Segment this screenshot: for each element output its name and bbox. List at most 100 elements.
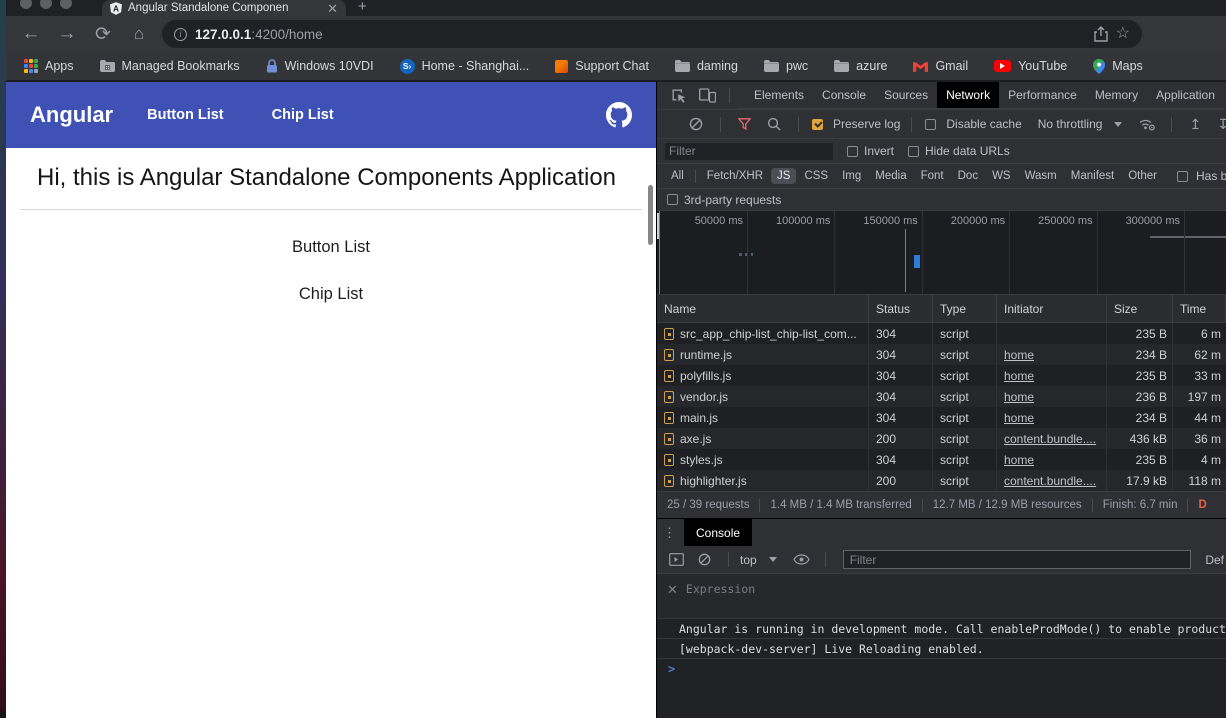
request-row-src-app-chip-list-chip-list-co[interactable]: src_app_chip-list_chip-list_com...304scr… bbox=[657, 323, 1226, 344]
share-icon[interactable] bbox=[1094, 26, 1108, 42]
devtools-tab-application[interactable]: Application bbox=[1147, 82, 1224, 108]
clear-icon[interactable] bbox=[689, 117, 703, 131]
bookmark-youtube[interactable]: YouTube bbox=[994, 59, 1067, 73]
console-clear-icon[interactable] bbox=[698, 553, 711, 566]
preserve-log-checkbox[interactable] bbox=[812, 119, 823, 130]
search-icon[interactable] bbox=[767, 117, 781, 131]
network-filter-input[interactable] bbox=[665, 143, 833, 160]
column-header-size[interactable]: Size bbox=[1107, 295, 1173, 322]
eye-icon[interactable] bbox=[793, 554, 810, 565]
new-tab-icon[interactable]: + bbox=[358, 0, 367, 14]
devtools-tab-memory[interactable]: Memory bbox=[1086, 82, 1147, 108]
bookmark-maps[interactable]: Maps bbox=[1093, 59, 1143, 74]
bookmark-star-icon[interactable]: ☆ bbox=[1116, 26, 1130, 42]
request-row-highlighter-js[interactable]: highlighter.js200scriptcontent.bundle...… bbox=[657, 470, 1226, 491]
has-blocked-cookies-checkbox[interactable] bbox=[1177, 171, 1188, 182]
hide-data-urls-checkbox[interactable] bbox=[908, 146, 919, 157]
app-link-chip-list[interactable]: Chip List bbox=[6, 285, 656, 304]
column-header-status[interactable]: Status bbox=[869, 295, 933, 322]
page-scrollbar[interactable] bbox=[648, 185, 653, 245]
request-row-main-js[interactable]: main.js304scripthome234 B44 m bbox=[657, 407, 1226, 428]
devtools-tab-sources[interactable]: Sources bbox=[875, 82, 937, 108]
console-filter-input[interactable] bbox=[843, 550, 1192, 569]
type-filter-manifest[interactable]: Manifest bbox=[1065, 168, 1120, 184]
type-filter-img[interactable]: Img bbox=[836, 168, 867, 184]
initiator-link[interactable]: home bbox=[1004, 369, 1034, 383]
device-toolbar-icon[interactable] bbox=[699, 88, 716, 103]
request-row-polyfills-js[interactable]: polyfills.js304scripthome235 B33 m bbox=[657, 365, 1226, 386]
site-info-icon[interactable]: i bbox=[174, 28, 187, 41]
throttling-select[interactable]: No throttling bbox=[1038, 117, 1103, 131]
column-header-initiator[interactable]: Initiator bbox=[997, 295, 1107, 322]
request-row-vendor-js[interactable]: vendor.js304scripthome236 B197 m bbox=[657, 386, 1226, 407]
github-icon[interactable] bbox=[606, 102, 632, 128]
devtools-tab-console[interactable]: Console bbox=[813, 82, 875, 108]
drawer-tab-console[interactable]: Console bbox=[684, 519, 752, 546]
forward-icon[interactable]: → bbox=[56, 23, 78, 45]
app-brand[interactable]: Angular bbox=[30, 102, 113, 128]
bookmark-support-chat[interactable]: Support Chat bbox=[555, 59, 649, 73]
devtools-tab-network[interactable]: Network bbox=[937, 82, 999, 108]
type-filter-media[interactable]: Media bbox=[869, 168, 912, 184]
type-filter-css[interactable]: CSS bbox=[798, 168, 834, 184]
bookmark-windows-10vdi[interactable]: Windows 10VDI bbox=[266, 59, 374, 73]
type-filter-js[interactable]: JS bbox=[771, 168, 796, 184]
network-conditions-icon[interactable] bbox=[1138, 117, 1156, 131]
app-nav-button-list[interactable]: Button List bbox=[147, 107, 224, 123]
tab-close-icon[interactable]: ✕ bbox=[327, 2, 338, 15]
initiator-link[interactable]: home bbox=[1004, 390, 1034, 404]
request-row-runtime-js[interactable]: runtime.js304scripthome234 B62 m bbox=[657, 344, 1226, 365]
invert-checkbox[interactable] bbox=[847, 146, 858, 157]
type-filter-other[interactable]: Other bbox=[1122, 168, 1163, 184]
remove-expression-icon[interactable]: ✕ bbox=[667, 582, 678, 598]
console-context-select[interactable]: top bbox=[740, 553, 757, 567]
bookmark-apps[interactable]: Apps bbox=[24, 59, 74, 73]
type-filter-font[interactable]: Font bbox=[915, 168, 950, 184]
home-icon[interactable]: ⌂ bbox=[128, 24, 150, 44]
initiator-link[interactable]: home bbox=[1004, 453, 1034, 467]
column-header-type[interactable]: Type bbox=[933, 295, 997, 322]
devtools-tab-elements[interactable]: Elements bbox=[745, 82, 813, 108]
type-filter-all[interactable]: All bbox=[665, 168, 690, 184]
column-header-time[interactable]: Time bbox=[1173, 295, 1226, 322]
app-nav-chip-list[interactable]: Chip List bbox=[272, 107, 334, 123]
console-sidebar-icon[interactable] bbox=[669, 553, 684, 566]
window-close-button[interactable] bbox=[20, 0, 32, 9]
app-link-button-list[interactable]: Button List bbox=[6, 238, 656, 257]
bookmark-managed-bookmarks[interactable]: Managed Bookmarks bbox=[100, 59, 240, 73]
bookmark-pwc[interactable]: pwc bbox=[764, 59, 808, 73]
disable-cache-checkbox[interactable] bbox=[925, 119, 936, 130]
type-filter-ws[interactable]: WS bbox=[986, 168, 1017, 184]
reload-icon[interactable]: ⟳ bbox=[92, 23, 114, 46]
request-row-axe-js[interactable]: axe.js200scriptcontent.bundle....436 kB3… bbox=[657, 428, 1226, 449]
window-minimize-button[interactable] bbox=[40, 0, 52, 9]
filter-funnel-icon[interactable] bbox=[738, 118, 751, 130]
network-overview-timeline[interactable]: 50000 ms100000 ms150000 ms200000 ms25000… bbox=[657, 211, 1226, 295]
initiator-link[interactable]: content.bundle.... bbox=[1004, 432, 1096, 446]
kebab-menu-icon[interactable]: ⋮ bbox=[663, 525, 676, 541]
bookmark-azure[interactable]: azure bbox=[834, 59, 887, 73]
initiator-link[interactable]: home bbox=[1004, 348, 1034, 362]
import-har-icon[interactable]: ↥ bbox=[1189, 116, 1201, 133]
address-bar[interactable]: i 127.0.0.1:4200/home ☆ bbox=[162, 20, 1142, 48]
log-levels-select[interactable]: Def bbox=[1205, 553, 1224, 567]
type-filter-fetch-xhr[interactable]: Fetch/XHR bbox=[701, 168, 769, 184]
bookmark-gmail[interactable]: Gmail bbox=[913, 59, 968, 73]
initiator-link[interactable]: content.bundle.... bbox=[1004, 474, 1096, 488]
type-filter-doc[interactable]: Doc bbox=[952, 168, 984, 184]
devtools-tab-performance[interactable]: Performance bbox=[999, 82, 1086, 108]
initiator-link[interactable]: home bbox=[1004, 411, 1034, 425]
bookmark-daming[interactable]: daming bbox=[675, 59, 738, 73]
window-zoom-button[interactable] bbox=[60, 0, 72, 9]
third-party-checkbox[interactable] bbox=[667, 194, 678, 205]
request-row-styles-js[interactable]: styles.js304scripthome235 B4 m bbox=[657, 449, 1226, 470]
inspect-element-icon[interactable] bbox=[671, 88, 687, 104]
type-filter-wasm[interactable]: Wasm bbox=[1019, 168, 1063, 184]
live-expression-row[interactable]: ✕ Expression bbox=[657, 574, 1226, 618]
column-header-name[interactable]: Name bbox=[657, 295, 869, 322]
console-prompt[interactable]: > bbox=[657, 658, 1226, 678]
bookmark-home-shanghai-[interactable]: S›Home - Shanghai... bbox=[400, 59, 530, 74]
back-icon[interactable]: ← bbox=[20, 23, 42, 45]
browser-tab[interactable]: A Angular Standalone Componen ✕ bbox=[102, 0, 346, 16]
export-har-icon[interactable]: ↧ bbox=[1217, 116, 1226, 133]
